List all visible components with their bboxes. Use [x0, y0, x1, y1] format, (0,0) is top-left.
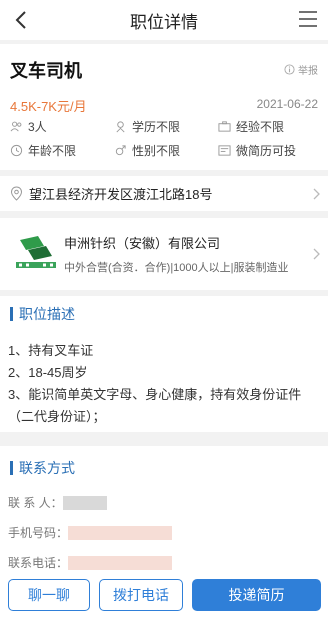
requirement-education: 学历不限 — [114, 118, 180, 135]
heading-accent-bar — [10, 461, 13, 475]
requirement-text: 年龄不限 — [28, 144, 77, 158]
company-row[interactable]: 申洲针织（安徽）有限公司 中外合营(合资．合作)|1000人以上|服装制造业 — [0, 218, 328, 290]
call-button[interactable]: 拨打电话 — [99, 579, 183, 611]
people-icon — [10, 121, 22, 132]
description-line: 1、持有叉车证 — [8, 343, 94, 358]
contact-person-label: 联 系 人： — [8, 496, 63, 510]
description-heading: 职位描述 — [10, 304, 75, 324]
phone-label: 联系电话： — [8, 556, 69, 570]
clock-icon — [10, 144, 23, 157]
requirement-gender: 性别不限 — [114, 142, 180, 159]
description-line: （二代身份证）； — [8, 409, 106, 424]
requirement-text: 学历不限 — [132, 120, 181, 134]
description-line: 3、能识简单英文字母、身心健康，持有效身份证件 — [8, 387, 302, 402]
requirement-headcount: 3人 — [10, 118, 47, 135]
heading-accent-bar — [10, 307, 13, 321]
contact-section: 联系方式 联 系 人： 手机号码： 联系电话： — [0, 446, 328, 586]
contact-heading-text: 联系方式 — [19, 460, 75, 476]
description-line: 2、18-45周岁 — [8, 365, 88, 380]
apply-button[interactable]: 投递简历 — [192, 579, 321, 611]
contact-person-row: 联 系 人： — [8, 494, 107, 511]
page-title: 职位详情 — [130, 12, 198, 32]
back-arrow-icon[interactable] — [10, 8, 34, 32]
job-summary-card: 叉车司机 举报 4.5K-7K元/月 2021-06-22 3人 学历不限 经验… — [0, 44, 328, 170]
job-description-section: 职位描述 1、持有叉车证 2、18-45周岁 3、能识简单英文字母、身心健康，持… — [0, 296, 328, 432]
requirement-text: 3人 — [28, 120, 47, 134]
requirement-experience: 经验不限 — [218, 118, 284, 135]
menu-icon[interactable] — [298, 10, 318, 28]
job-title: 叉车司机 — [10, 61, 82, 81]
chat-button[interactable]: 聊一聊 — [8, 579, 90, 611]
resume-icon — [218, 145, 231, 156]
address-row[interactable]: 望江县经济开发区渡江北路18号 — [0, 176, 328, 211]
requirement-text: 性别不限 — [132, 144, 181, 158]
requirement-age: 年龄不限 — [10, 142, 76, 159]
requirement-resume: 微简历可投 — [218, 142, 296, 159]
address-text: 望江县经济开发区渡江北路18号 — [29, 187, 213, 202]
mobile-label: 手机号码： — [8, 526, 69, 540]
report-label: 举报 — [298, 66, 318, 77]
report-link[interactable]: 举报 — [284, 62, 318, 77]
company-logo — [16, 236, 56, 268]
chevron-right-icon — [313, 188, 320, 199]
action-bar: 聊一聊 拨打电话 投递简历 — [0, 573, 328, 617]
salary: 4.5K-7K元/月 — [10, 99, 87, 114]
post-date: 2021-06-22 — [256, 97, 318, 111]
phone-row: 联系电话： — [8, 554, 173, 571]
redacted-value — [62, 495, 107, 510]
mobile-row: 手机号码： — [8, 524, 173, 541]
location-pin-icon — [10, 186, 23, 201]
briefcase-icon — [218, 121, 231, 132]
chevron-right-icon — [313, 248, 320, 260]
contact-heading: 联系方式 — [10, 458, 75, 478]
info-icon — [284, 64, 295, 75]
redacted-value — [68, 555, 173, 570]
redacted-value — [68, 525, 173, 540]
top-bar: 职位详情 — [0, 0, 328, 40]
requirement-text: 经验不限 — [236, 120, 285, 134]
requirement-text: 微简历可投 — [236, 144, 297, 158]
gender-icon — [115, 145, 126, 156]
education-icon — [116, 121, 125, 133]
description-heading-text: 职位描述 — [19, 306, 75, 322]
company-info: 中外合营(合资．合作)|1000人以上|服装制造业 — [64, 262, 289, 274]
company-name: 申洲针织（安徽）有限公司 — [64, 236, 221, 251]
